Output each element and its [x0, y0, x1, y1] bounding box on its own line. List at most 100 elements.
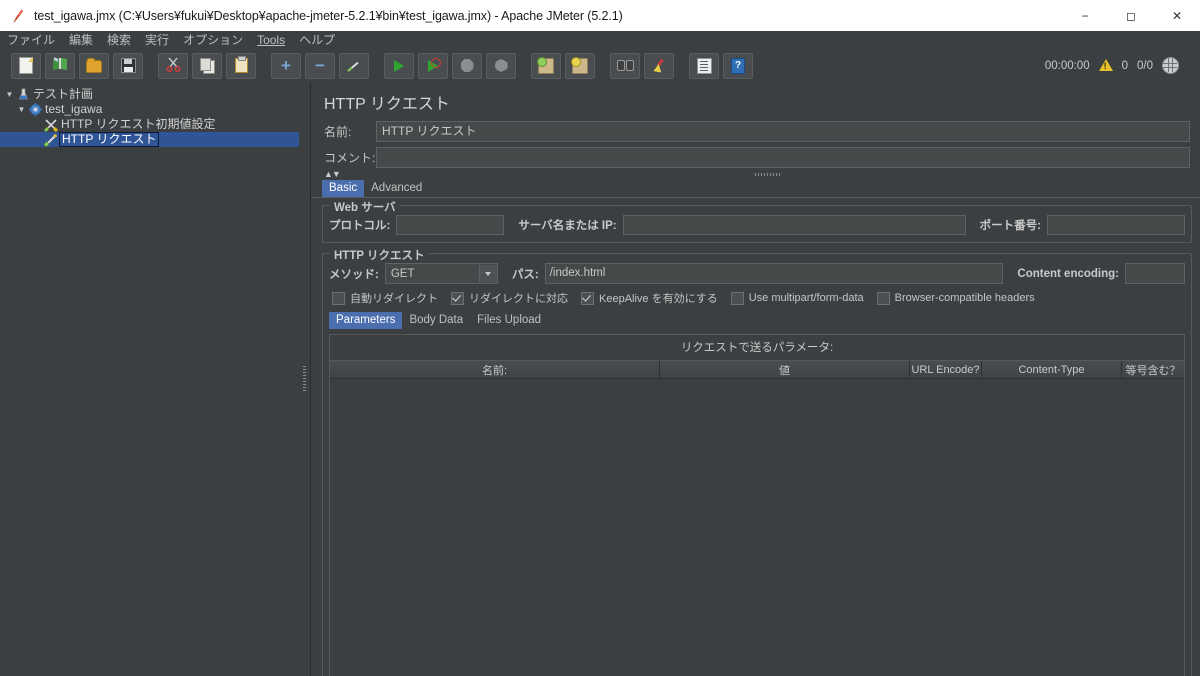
tab-parameters[interactable]: Parameters — [329, 312, 403, 329]
start-button[interactable] — [384, 52, 414, 79]
content-encoding-input[interactable] — [1125, 263, 1185, 284]
clear-all-button[interactable] — [565, 52, 595, 79]
checkbox-box — [332, 291, 345, 305]
tab-body-data[interactable]: Body Data — [402, 312, 471, 329]
collapse-all-button[interactable]: − — [305, 52, 335, 79]
chevron-down-icon[interactable] — [478, 265, 497, 282]
help-button[interactable]: ? — [723, 52, 753, 79]
menu-tools[interactable]: Tools — [250, 32, 292, 49]
tree-node-http-request[interactable]: HTTP リクエスト — [0, 132, 299, 147]
wand-toggle-icon — [346, 58, 362, 74]
menu-run[interactable]: 実行 — [138, 32, 176, 49]
test-plan-tree[interactable]: ▼ テスト計画 ▼ test_igawa HTTP リクエスト初期値設定 HTT… — [0, 82, 300, 676]
menu-tools-label: Tools — [257, 32, 286, 47]
reset-search-button[interactable] — [644, 52, 674, 79]
tab-files-upload[interactable]: Files Upload — [470, 312, 549, 329]
name-label: 名前: — [324, 125, 352, 139]
comment-input[interactable] — [376, 147, 1190, 168]
element-editor-panel: HTTP リクエスト 名前: HTTP リクエスト コメント: ▲▼ Basic… — [311, 82, 1200, 676]
checkbox-box — [581, 291, 594, 305]
expand-twisty-icon[interactable]: ▼ — [4, 90, 15, 99]
parameters-table: リクエストで送るパラメータ: 名前: 値 URL Encode? Content… — [329, 334, 1185, 676]
play-no-pauses-icon — [428, 57, 441, 72]
shutdown-icon — [494, 59, 508, 72]
server-input[interactable] — [622, 215, 966, 235]
jmeter-window: test_igawa.jmx (C:¥Users¥fukui¥Desktop¥a… — [0, 0, 1200, 676]
warning-triangle-icon[interactable] — [1098, 59, 1113, 72]
tree-node-thread-group[interactable]: ▼ test_igawa — [0, 102, 299, 117]
comment-row: コメント: — [311, 147, 1200, 168]
menu-help[interactable]: ヘルプ — [292, 32, 342, 49]
method-path-row: メソッド: GET パス: /index.html Content encodi… — [329, 263, 1185, 284]
toggle-button[interactable] — [339, 52, 369, 79]
close-button[interactable]: ✕ — [1154, 0, 1200, 31]
browser-compatible-headers-checkbox[interactable]: Browser-compatible headers — [876, 291, 1035, 305]
parameters-table-body[interactable] — [330, 379, 1184, 676]
auto-redirect-checkbox[interactable]: 自動リダイレクト — [332, 290, 438, 306]
binoculars-icon — [616, 60, 634, 71]
start-no-pauses-button[interactable] — [418, 52, 448, 79]
elapsed-time: 00:00:00 — [1044, 59, 1090, 72]
horizontal-splitter[interactable]: ▲▼ — [311, 169, 1200, 180]
maximize-button[interactable]: ◻ — [1108, 0, 1154, 31]
checkbox-box — [876, 291, 890, 305]
tree-node-label: HTTP リクエスト初期値設定 — [61, 117, 216, 131]
plus-icon: + — [281, 55, 291, 75]
port-input[interactable] — [1047, 215, 1185, 235]
scissors-icon — [166, 57, 181, 75]
column-header-content-type[interactable]: Content-Type — [982, 361, 1122, 378]
checkbox-label: 自動リダイレクト — [350, 293, 438, 305]
stop-button[interactable] — [452, 52, 482, 79]
test-plan-icon — [15, 88, 31, 101]
splitter-arrows-icon[interactable]: ▲▼ — [324, 169, 341, 179]
new-button[interactable] — [11, 52, 41, 79]
menu-file[interactable]: ファイル — [0, 32, 62, 49]
copy-button[interactable] — [192, 52, 222, 79]
tree-node-http-defaults[interactable]: HTTP リクエスト初期値設定 — [0, 117, 299, 132]
tree-node-label: test_igawa — [45, 102, 103, 116]
tab-basic[interactable]: Basic — [322, 180, 365, 197]
method-select[interactable]: GET — [384, 263, 498, 284]
protocol-input[interactable] — [396, 215, 505, 235]
keep-alive-checkbox[interactable]: KeepAlive を有効にする — [581, 290, 718, 306]
follow-redirects-checkbox[interactable]: リダイレクトに対応 — [451, 290, 568, 306]
menu-edit[interactable]: 編集 — [62, 32, 100, 49]
jmeter-feather-icon — [10, 8, 26, 24]
window-title: test_igawa.jmx (C:¥Users¥fukui¥Desktop¥a… — [34, 8, 623, 23]
tree-node-test-plan[interactable]: ▼ テスト計画 — [0, 87, 299, 102]
tab-advanced[interactable]: Advanced — [364, 180, 430, 197]
new-document-icon — [19, 57, 33, 74]
function-helper-button[interactable] — [689, 52, 719, 79]
cut-button[interactable] — [158, 52, 188, 79]
open-button[interactable] — [79, 52, 109, 79]
warning-count: 0 — [1121, 59, 1128, 72]
page-title: HTTP リクエスト — [324, 96, 450, 113]
http-options-row: 自動リダイレクト リダイレクトに対応 KeepAlive を有効にする Use … — [329, 284, 1185, 308]
menu-search[interactable]: 検索 — [100, 32, 138, 49]
search-button[interactable] — [610, 52, 640, 79]
column-header-url-encode[interactable]: URL Encode? — [910, 361, 982, 378]
shutdown-button[interactable] — [486, 52, 516, 79]
save-button[interactable] — [113, 52, 143, 79]
vertical-splitter[interactable] — [299, 82, 311, 676]
copy-icon — [199, 57, 215, 74]
clear-button[interactable] — [531, 52, 561, 79]
paste-button[interactable] — [226, 52, 256, 79]
templates-button[interactable] — [45, 52, 75, 79]
column-header-include-equals[interactable]: 等号含む？ — [1122, 361, 1184, 378]
web-server-group: Web サーバ プロトコル: サーバ名または IP: ポート番号: — [322, 199, 1192, 243]
minimize-button[interactable]: − — [1062, 0, 1108, 31]
path-input[interactable]: /index.html — [544, 263, 1004, 284]
checkbox-box — [451, 291, 464, 305]
toolbar: + − ? 00:00:00 0 0/0 — [0, 49, 1200, 83]
globe-icon[interactable] — [1162, 57, 1179, 74]
column-header-name[interactable]: 名前: — [330, 361, 660, 378]
use-multipart-checkbox[interactable]: Use multipart/form-data — [730, 291, 864, 305]
protocol-label: プロトコル: — [329, 220, 391, 232]
name-input[interactable]: HTTP リクエスト — [376, 121, 1190, 142]
expand-twisty-icon[interactable]: ▼ — [16, 105, 27, 114]
expand-all-button[interactable]: + — [271, 52, 301, 79]
menu-options[interactable]: オプション — [176, 32, 250, 49]
http-defaults-icon — [43, 118, 59, 132]
column-header-value[interactable]: 値 — [660, 361, 910, 378]
